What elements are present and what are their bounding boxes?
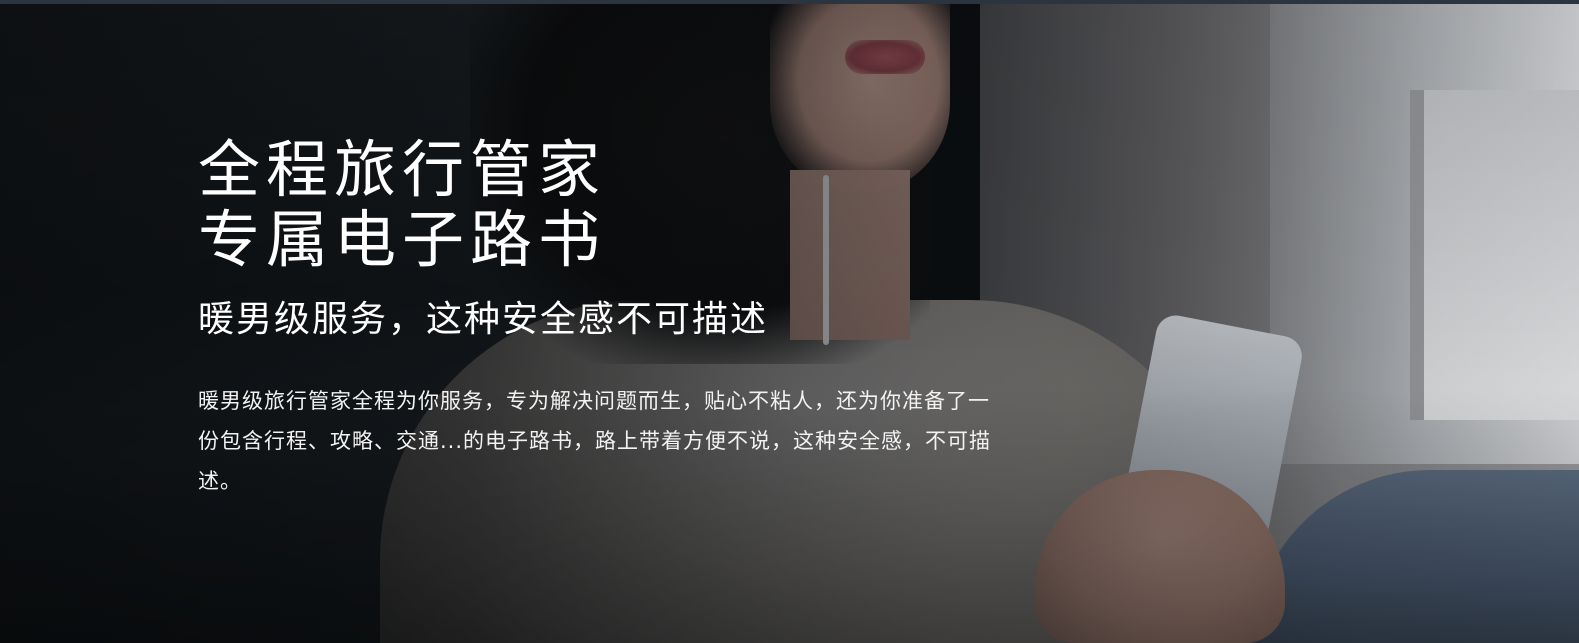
hero-subheadline: 暖男级服务，这种安全感不可描述 [198, 299, 769, 340]
hero-banner: 全程旅行管家 专属电子路书 暖男级服务，这种安全感不可描述 暖男级旅行管家全程为… [0, 0, 1579, 643]
hero-headline: 全程旅行管家 专属电子路书 [198, 135, 1018, 275]
headline-line-2: 专属电子路书 [198, 203, 607, 276]
hero-description: 暖男级旅行管家全程为你服务，专为解决问题而生，贴心不粘人，还为你准备了一份包含行… [198, 389, 992, 493]
headline-line-1: 全程旅行管家 [198, 133, 607, 206]
hero-text-block: 全程旅行管家 专属电子路书 暖男级服务，这种安全感不可描述 暖男级旅行管家全程为… [198, 135, 1018, 501]
